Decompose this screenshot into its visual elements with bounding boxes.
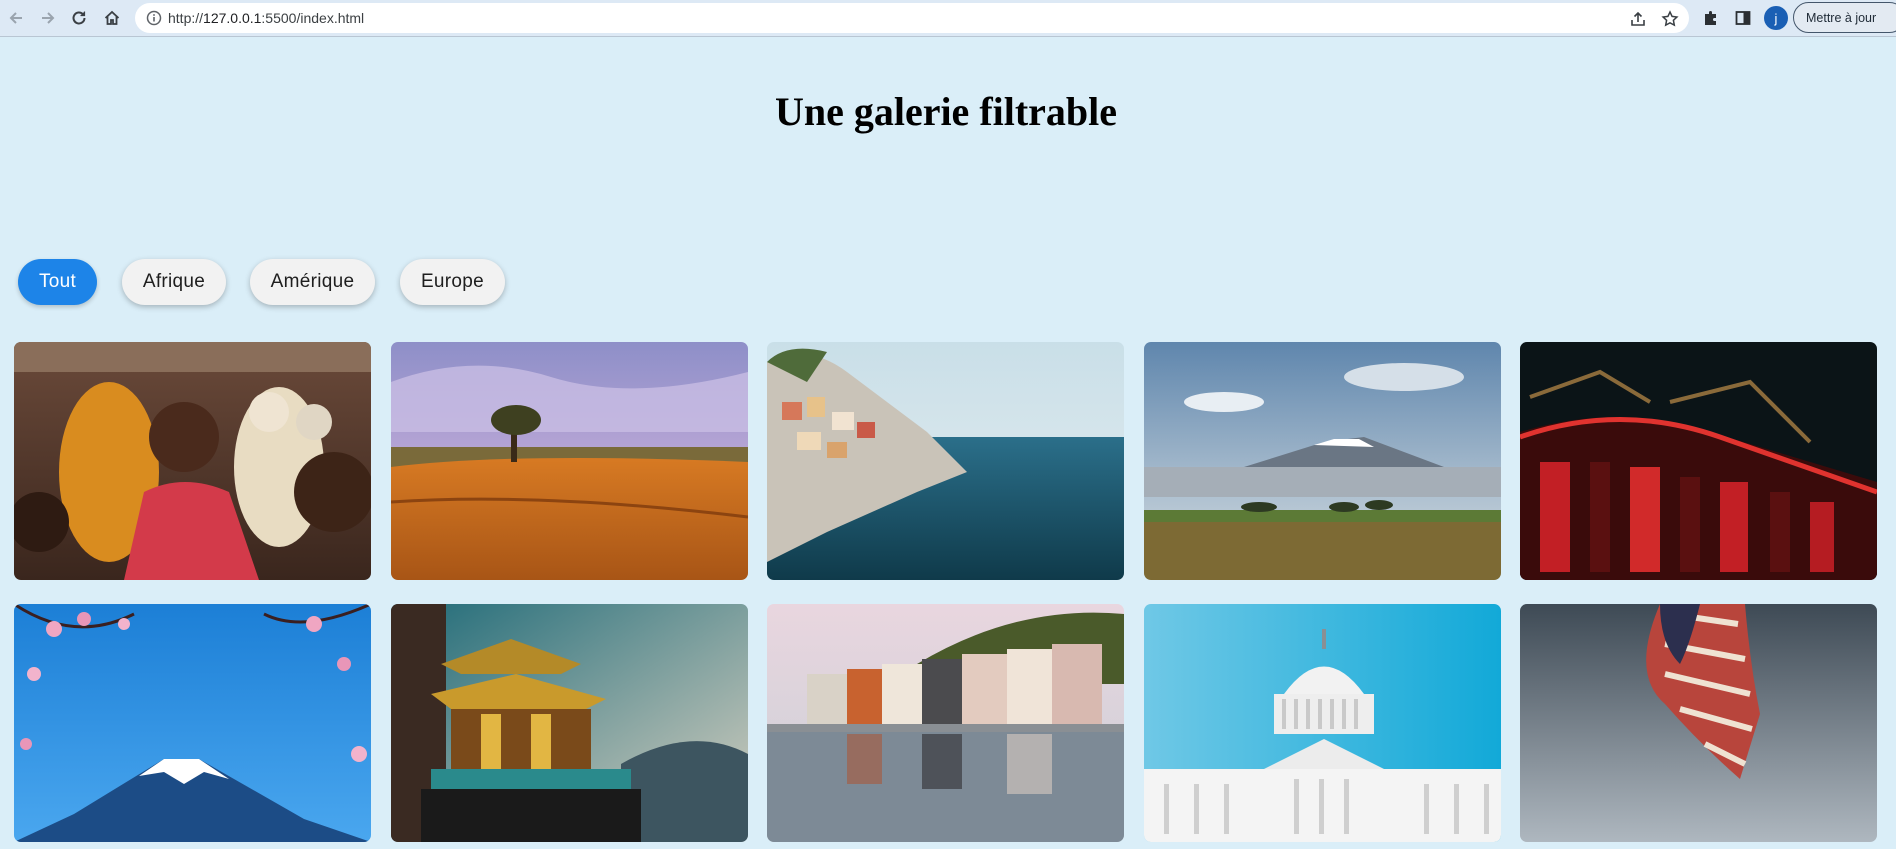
- filter-button-tout[interactable]: Tout: [18, 259, 97, 305]
- forward-arrow-icon[interactable]: [35, 5, 61, 31]
- side-panel-icon[interactable]: [1731, 6, 1755, 30]
- gallery-image-mount-fuji[interactable]: [14, 604, 371, 842]
- url-text[interactable]: http://127.0.0.1:5500/index.html: [168, 10, 364, 26]
- address-bar[interactable]: http://127.0.0.1:5500/index.html: [135, 3, 1689, 33]
- gallery-image-desert[interactable]: [391, 342, 748, 580]
- filter-button-afrique[interactable]: Afrique: [122, 259, 226, 305]
- home-icon[interactable]: [99, 5, 125, 31]
- extensions-icon[interactable]: [1699, 6, 1723, 30]
- filter-button-amerique[interactable]: Amérique: [250, 259, 375, 305]
- back-arrow-icon[interactable]: [3, 5, 29, 31]
- profile-avatar[interactable]: j: [1764, 6, 1788, 30]
- page-title: Une galerie filtrable: [774, 89, 1118, 134]
- bookmark-star-icon[interactable]: [1661, 10, 1679, 28]
- reload-icon[interactable]: [66, 5, 92, 31]
- gallery-image-red-temple[interactable]: [1520, 342, 1877, 580]
- browser-toolbar: http://127.0.0.1:5500/index.html j Mettr…: [0, 0, 1896, 37]
- gallery-image-us-capitol[interactable]: [1144, 604, 1501, 842]
- gallery-image-kilimanjaro[interactable]: [1144, 342, 1501, 580]
- gallery-image-cinque-terre[interactable]: [767, 342, 1124, 580]
- gallery-image-golden-temple[interactable]: [391, 604, 748, 842]
- share-icon[interactable]: [1629, 10, 1647, 28]
- update-button[interactable]: Mettre à jour: [1793, 2, 1896, 33]
- filter-button-europe[interactable]: Europe: [400, 259, 505, 305]
- gallery-image-american-flag[interactable]: [1520, 604, 1877, 842]
- gallery-image-riverside-town[interactable]: [767, 604, 1124, 842]
- site-info-icon[interactable]: [146, 10, 162, 26]
- gallery-image-african-children[interactable]: [14, 342, 371, 580]
